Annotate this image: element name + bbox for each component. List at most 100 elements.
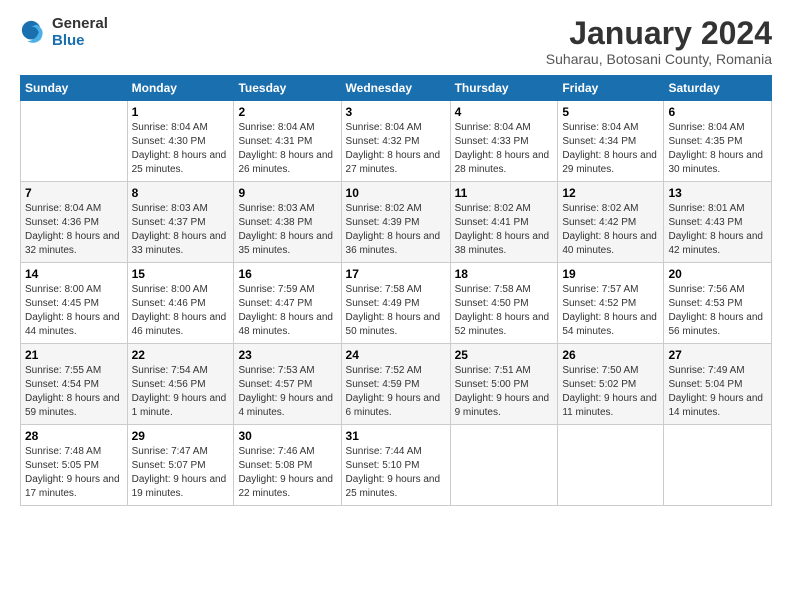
day-info: Sunrise: 7:53 AMSunset: 4:57 PMDaylight:… (238, 365, 333, 418)
calendar-cell: 1 Sunrise: 8:04 AMSunset: 4:30 PMDayligh… (127, 101, 234, 182)
day-info: Sunrise: 7:58 AMSunset: 4:50 PMDaylight:… (455, 284, 550, 337)
day-number: 7 (25, 186, 123, 200)
day-number: 3 (346, 105, 446, 119)
day-info: Sunrise: 8:03 AMSunset: 4:37 PMDaylight:… (132, 203, 227, 256)
day-number: 26 (562, 348, 659, 362)
day-number: 31 (346, 429, 446, 443)
calendar-cell: 14 Sunrise: 8:00 AMSunset: 4:45 PMDaylig… (21, 263, 128, 344)
logo-general: General (52, 16, 108, 33)
calendar-cell: 20 Sunrise: 7:56 AMSunset: 4:53 PMDaylig… (664, 263, 772, 344)
calendar-cell: 13 Sunrise: 8:01 AMSunset: 4:43 PMDaylig… (664, 182, 772, 263)
calendar-body: 1 Sunrise: 8:04 AMSunset: 4:30 PMDayligh… (21, 101, 772, 506)
calendar-cell: 15 Sunrise: 8:00 AMSunset: 4:46 PMDaylig… (127, 263, 234, 344)
day-number: 2 (238, 105, 336, 119)
day-info: Sunrise: 8:02 AMSunset: 4:42 PMDaylight:… (562, 203, 657, 256)
day-number: 4 (455, 105, 554, 119)
day-number: 9 (238, 186, 336, 200)
day-info: Sunrise: 8:04 AMSunset: 4:33 PMDaylight:… (455, 122, 550, 175)
calendar-cell: 31 Sunrise: 7:44 AMSunset: 5:10 PMDaylig… (341, 425, 450, 506)
calendar-cell: 21 Sunrise: 7:55 AMSunset: 4:54 PMDaylig… (21, 344, 128, 425)
calendar-header: Sunday Monday Tuesday Wednesday Thursday… (21, 76, 772, 101)
day-number: 10 (346, 186, 446, 200)
calendar-cell: 11 Sunrise: 8:02 AMSunset: 4:41 PMDaylig… (450, 182, 558, 263)
calendar-cell (450, 425, 558, 506)
logo-blue: Blue (52, 33, 108, 50)
calendar-cell: 17 Sunrise: 7:58 AMSunset: 4:49 PMDaylig… (341, 263, 450, 344)
calendar-cell: 2 Sunrise: 8:04 AMSunset: 4:31 PMDayligh… (234, 101, 341, 182)
day-info: Sunrise: 8:04 AMSunset: 4:35 PMDaylight:… (668, 122, 763, 175)
day-number: 11 (455, 186, 554, 200)
calendar-week-1: 1 Sunrise: 8:04 AMSunset: 4:30 PMDayligh… (21, 101, 772, 182)
header-tuesday: Tuesday (234, 76, 341, 101)
day-number: 12 (562, 186, 659, 200)
day-number: 29 (132, 429, 230, 443)
header-thursday: Thursday (450, 76, 558, 101)
day-info: Sunrise: 7:57 AMSunset: 4:52 PMDaylight:… (562, 284, 657, 337)
day-number: 24 (346, 348, 446, 362)
logo: General Blue (20, 16, 108, 49)
day-info: Sunrise: 7:51 AMSunset: 5:00 PMDaylight:… (455, 365, 550, 418)
day-info: Sunrise: 7:58 AMSunset: 4:49 PMDaylight:… (346, 284, 441, 337)
day-number: 19 (562, 267, 659, 281)
logo-text: General Blue (52, 16, 108, 49)
calendar-cell: 23 Sunrise: 7:53 AMSunset: 4:57 PMDaylig… (234, 344, 341, 425)
calendar-cell: 30 Sunrise: 7:46 AMSunset: 5:08 PMDaylig… (234, 425, 341, 506)
day-info: Sunrise: 8:03 AMSunset: 4:38 PMDaylight:… (238, 203, 333, 256)
day-info: Sunrise: 7:48 AMSunset: 5:05 PMDaylight:… (25, 446, 120, 499)
header-sunday: Sunday (21, 76, 128, 101)
calendar-week-5: 28 Sunrise: 7:48 AMSunset: 5:05 PMDaylig… (21, 425, 772, 506)
day-number: 5 (562, 105, 659, 119)
calendar-cell (558, 425, 664, 506)
day-number: 1 (132, 105, 230, 119)
calendar-cell: 6 Sunrise: 8:04 AMSunset: 4:35 PMDayligh… (664, 101, 772, 182)
day-info: Sunrise: 7:49 AMSunset: 5:04 PMDaylight:… (668, 365, 763, 418)
day-info: Sunrise: 7:50 AMSunset: 5:02 PMDaylight:… (562, 365, 657, 418)
page-container: General Blue January 2024 Suharau, Botos… (0, 0, 792, 516)
day-info: Sunrise: 8:02 AMSunset: 4:41 PMDaylight:… (455, 203, 550, 256)
calendar-cell: 24 Sunrise: 7:52 AMSunset: 4:59 PMDaylig… (341, 344, 450, 425)
day-info: Sunrise: 7:44 AMSunset: 5:10 PMDaylight:… (346, 446, 441, 499)
calendar-week-3: 14 Sunrise: 8:00 AMSunset: 4:45 PMDaylig… (21, 263, 772, 344)
calendar-table: Sunday Monday Tuesday Wednesday Thursday… (20, 75, 772, 506)
day-number: 18 (455, 267, 554, 281)
day-number: 23 (238, 348, 336, 362)
day-number: 27 (668, 348, 767, 362)
day-number: 14 (25, 267, 123, 281)
day-info: Sunrise: 7:55 AMSunset: 4:54 PMDaylight:… (25, 365, 120, 418)
day-info: Sunrise: 7:52 AMSunset: 4:59 PMDaylight:… (346, 365, 441, 418)
day-info: Sunrise: 7:54 AMSunset: 4:56 PMDaylight:… (132, 365, 227, 418)
day-number: 28 (25, 429, 123, 443)
day-number: 15 (132, 267, 230, 281)
day-info: Sunrise: 8:00 AMSunset: 4:45 PMDaylight:… (25, 284, 120, 337)
day-info: Sunrise: 8:04 AMSunset: 4:34 PMDaylight:… (562, 122, 657, 175)
day-number: 8 (132, 186, 230, 200)
day-info: Sunrise: 8:04 AMSunset: 4:30 PMDaylight:… (132, 122, 227, 175)
calendar-week-2: 7 Sunrise: 8:04 AMSunset: 4:36 PMDayligh… (21, 182, 772, 263)
day-number: 25 (455, 348, 554, 362)
day-number: 13 (668, 186, 767, 200)
header-friday: Friday (558, 76, 664, 101)
calendar-cell (21, 101, 128, 182)
calendar-cell: 9 Sunrise: 8:03 AMSunset: 4:38 PMDayligh… (234, 182, 341, 263)
calendar-cell: 19 Sunrise: 7:57 AMSunset: 4:52 PMDaylig… (558, 263, 664, 344)
day-info: Sunrise: 7:59 AMSunset: 4:47 PMDaylight:… (238, 284, 333, 337)
day-info: Sunrise: 7:47 AMSunset: 5:07 PMDaylight:… (132, 446, 227, 499)
day-info: Sunrise: 8:04 AMSunset: 4:31 PMDaylight:… (238, 122, 333, 175)
month-title: January 2024 (546, 16, 772, 51)
day-number: 6 (668, 105, 767, 119)
header-saturday: Saturday (664, 76, 772, 101)
location-subtitle: Suharau, Botosani County, Romania (546, 51, 772, 67)
day-number: 22 (132, 348, 230, 362)
calendar-cell: 4 Sunrise: 8:04 AMSunset: 4:33 PMDayligh… (450, 101, 558, 182)
day-info: Sunrise: 7:46 AMSunset: 5:08 PMDaylight:… (238, 446, 333, 499)
calendar-cell: 5 Sunrise: 8:04 AMSunset: 4:34 PMDayligh… (558, 101, 664, 182)
calendar-week-4: 21 Sunrise: 7:55 AMSunset: 4:54 PMDaylig… (21, 344, 772, 425)
day-info: Sunrise: 8:01 AMSunset: 4:43 PMDaylight:… (668, 203, 763, 256)
day-info: Sunrise: 8:04 AMSunset: 4:32 PMDaylight:… (346, 122, 441, 175)
day-info: Sunrise: 7:56 AMSunset: 4:53 PMDaylight:… (668, 284, 763, 337)
day-info: Sunrise: 8:02 AMSunset: 4:39 PMDaylight:… (346, 203, 441, 256)
calendar-cell: 26 Sunrise: 7:50 AMSunset: 5:02 PMDaylig… (558, 344, 664, 425)
calendar-cell: 22 Sunrise: 7:54 AMSunset: 4:56 PMDaylig… (127, 344, 234, 425)
header-monday: Monday (127, 76, 234, 101)
day-number: 30 (238, 429, 336, 443)
